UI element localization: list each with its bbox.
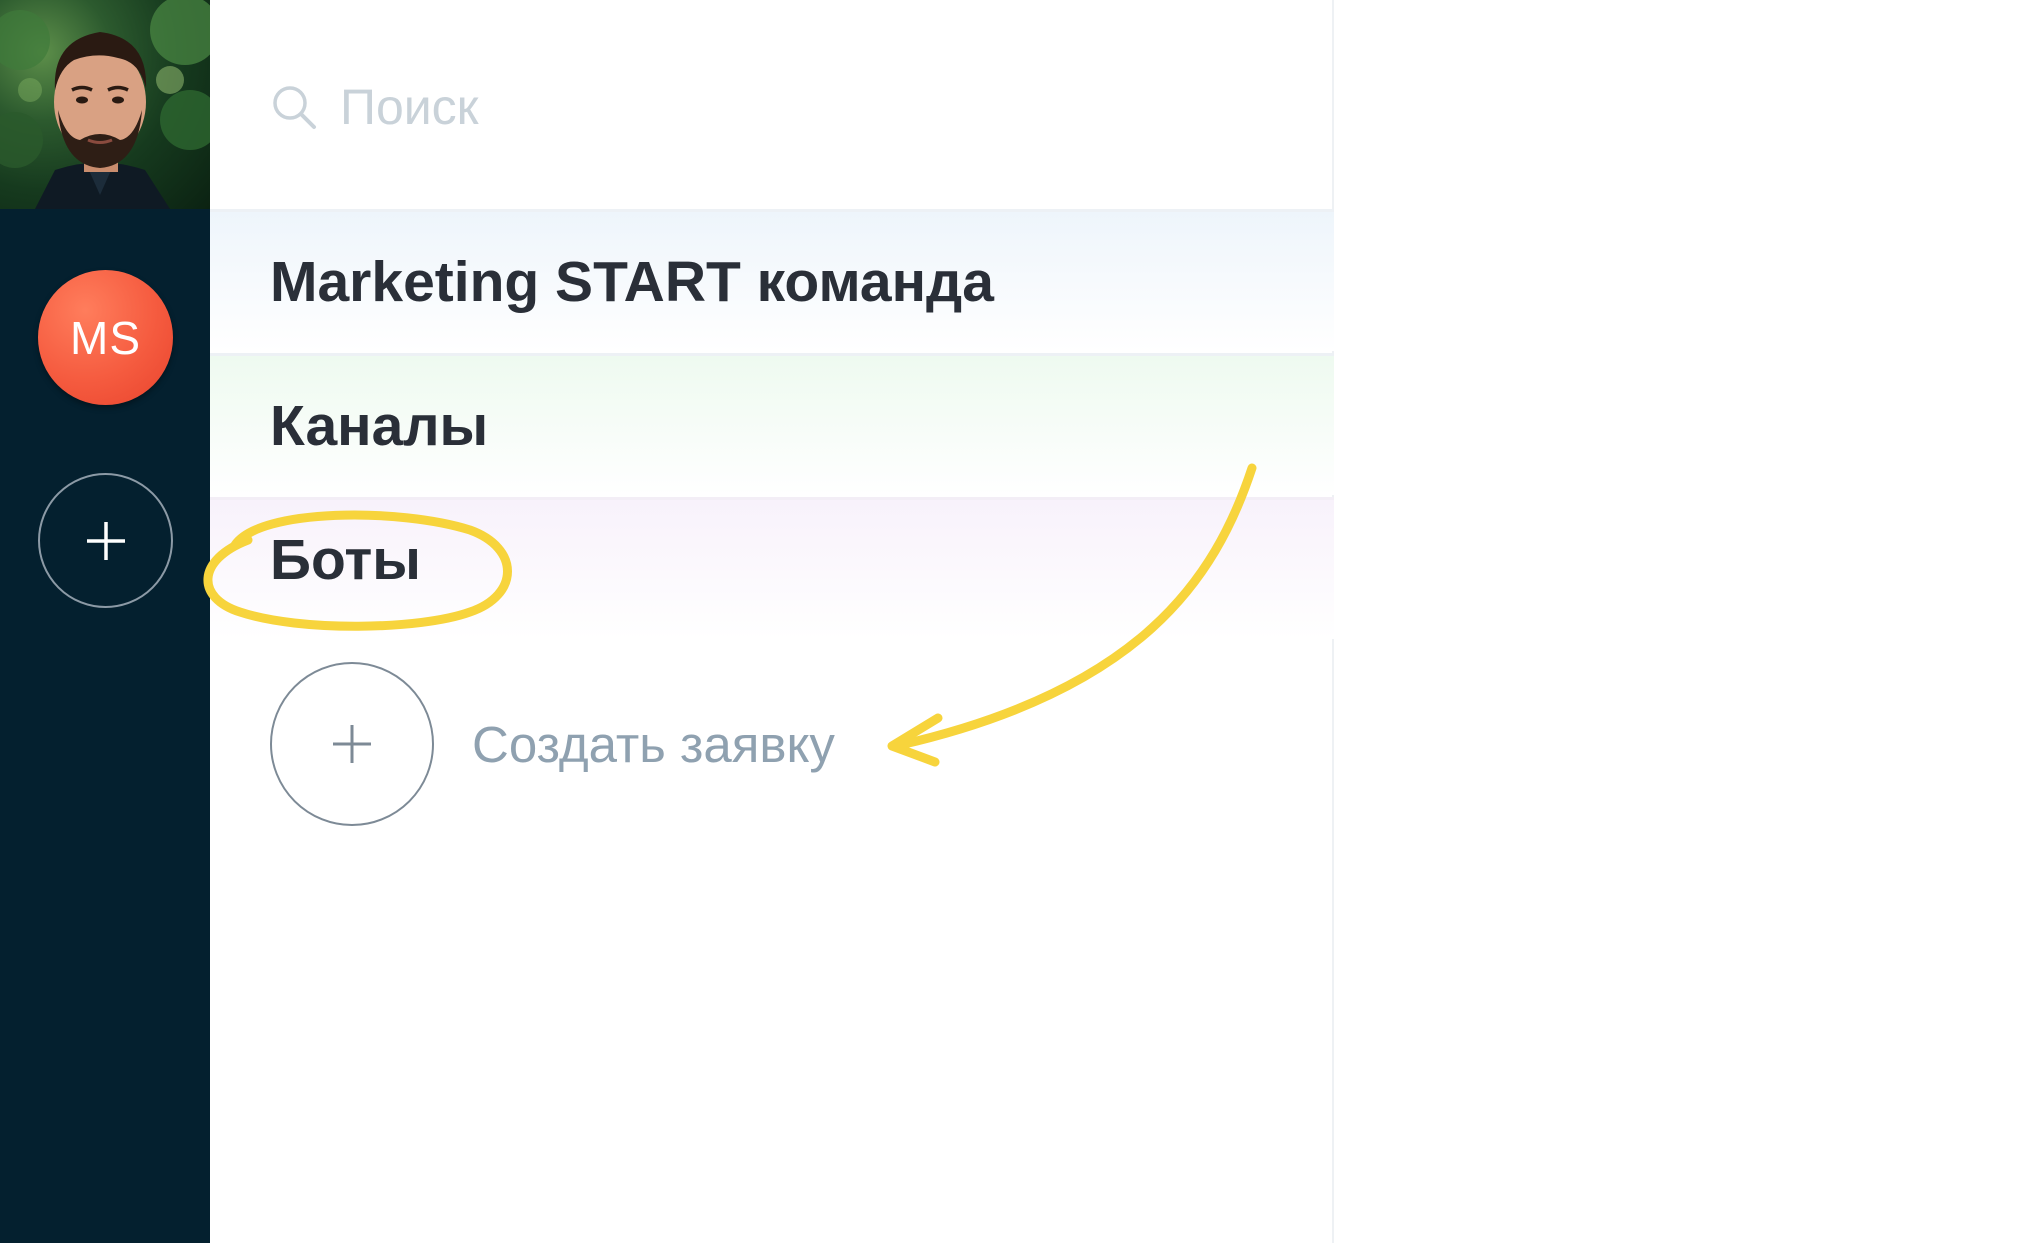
channels-title: Каналы [270,393,489,458]
channels-section[interactable]: Каналы [210,353,1334,495]
profile-photo-graphic [0,0,210,209]
bots-title: Боты [270,527,421,592]
create-request-circle[interactable] [270,662,434,826]
add-workspace-button[interactable] [38,473,173,608]
create-request-label[interactable]: Создать заявку [472,715,835,774]
search-bar[interactable]: Поиск [270,72,479,142]
team-section[interactable]: Marketing START команда [210,209,1334,351]
team-avatar[interactable]: MS [38,270,173,405]
search-placeholder[interactable]: Поиск [340,78,479,136]
team-title: Marketing START команда [270,249,994,314]
app-window: MS Поиск Marketing START команда Каналы … [0,0,2044,1243]
navigation-panel: Поиск Marketing START команда Каналы Бот… [210,0,1334,1243]
user-profile-photo[interactable] [0,0,210,209]
bots-section[interactable]: Боты [210,497,1334,639]
workspace-rail: MS [0,0,210,1243]
search-icon [273,86,316,129]
plus-icon [86,521,125,560]
plus-icon [333,725,371,763]
team-avatar-initials: MS [70,311,141,364]
create-request-button[interactable]: Создать заявку [270,662,835,826]
